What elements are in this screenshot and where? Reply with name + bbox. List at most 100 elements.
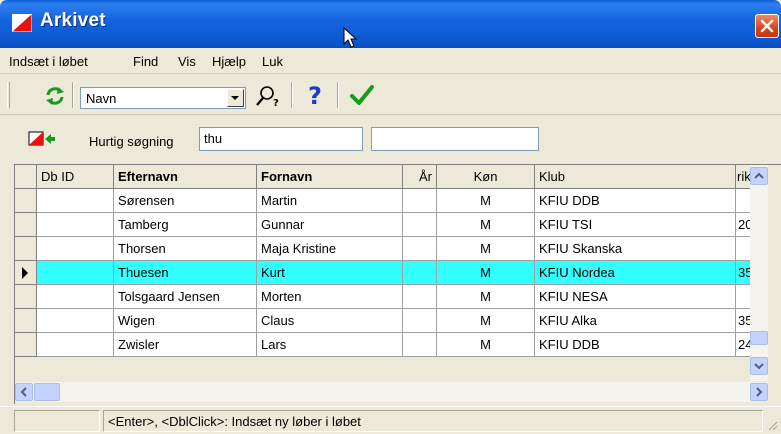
- status-hint: <Enter>, <DblClick>: Indsæt ny løber i l…: [103, 410, 763, 432]
- cell-aar[interactable]: [403, 309, 437, 333]
- cell-fornavn[interactable]: Martin: [257, 189, 403, 213]
- scroll-down-button[interactable]: [750, 357, 768, 375]
- cell-koen[interactable]: M: [437, 261, 535, 285]
- title-bar[interactable]: Arkivet: [0, 0, 781, 48]
- cell-efternavn[interactable]: Zwisler: [114, 333, 257, 357]
- sort-combo-value: Navn: [86, 91, 117, 106]
- quick-search-input[interactable]: thu: [199, 127, 363, 151]
- menu-find[interactable]: Find: [133, 54, 158, 69]
- column-header-efternavn[interactable]: Efternavn: [114, 165, 257, 189]
- table-row[interactable]: Sørensen Martin M KFIU DDB: [15, 189, 752, 213]
- scroll-right-button[interactable]: [750, 383, 768, 401]
- cell-koen[interactable]: M: [437, 309, 535, 333]
- chevron-down-icon: [754, 363, 764, 370]
- cell-klub[interactable]: KFIU DDB: [535, 189, 736, 213]
- cell-koen[interactable]: M: [437, 237, 535, 261]
- cell-aar[interactable]: [403, 261, 437, 285]
- cell-fornavn[interactable]: Morten: [257, 285, 403, 309]
- cell-aar[interactable]: [403, 285, 437, 309]
- cell-db-id[interactable]: [37, 333, 114, 357]
- cell-koen[interactable]: M: [437, 285, 535, 309]
- table-row[interactable]: Thorsen Maja Kristine M KFIU Skanska: [15, 237, 752, 261]
- cell-fornavn[interactable]: Gunnar: [257, 213, 403, 237]
- cell-fornavn[interactable]: Lars: [257, 333, 403, 357]
- table-row[interactable]: Tamberg Gunnar M KFIU TSI 20: [15, 213, 752, 237]
- refresh-icon[interactable]: [44, 85, 66, 110]
- cell-klub[interactable]: KFIU TSI: [535, 213, 736, 237]
- find-icon[interactable]: ?: [254, 84, 282, 111]
- sort-combo[interactable]: Navn: [80, 87, 246, 109]
- cell-db-id[interactable]: [37, 189, 114, 213]
- cell-koen[interactable]: M: [437, 189, 535, 213]
- cell-efternavn[interactable]: Wigen: [114, 309, 257, 333]
- cell-klub[interactable]: KFIU Alka: [535, 309, 736, 333]
- cell-efternavn[interactable]: Thuesen: [114, 261, 257, 285]
- column-header-klub[interactable]: Klub: [535, 165, 736, 189]
- row-indicator[interactable]: [15, 189, 37, 213]
- cell-aar[interactable]: [403, 333, 437, 357]
- cell-db-id[interactable]: [37, 285, 114, 309]
- cell-fornavn[interactable]: Claus: [257, 309, 403, 333]
- table-row-selected[interactable]: Thuesen Kurt M KFIU Nordea 35: [15, 261, 752, 285]
- menu-indsaet[interactable]: Indsæt i løbet: [9, 54, 88, 69]
- cell-fornavn[interactable]: Maja Kristine: [257, 237, 403, 261]
- toolbar-grip: [7, 82, 10, 108]
- row-indicator[interactable]: [15, 309, 37, 333]
- cell-efternavn[interactable]: Tolsgaard Jensen: [114, 285, 257, 309]
- grid-corner-header: [15, 165, 37, 189]
- cell-efternavn[interactable]: Thorsen: [114, 237, 257, 261]
- cell-klub[interactable]: KFIU NESA: [535, 285, 736, 309]
- scroll-left-button[interactable]: [15, 383, 33, 401]
- cell-efternavn[interactable]: Sørensen: [114, 189, 257, 213]
- cell-klub[interactable]: KFIU Skanska: [535, 237, 736, 261]
- checkmark-icon[interactable]: [350, 84, 374, 109]
- chevron-left-icon: [20, 387, 27, 397]
- horizontal-scroll-thumb[interactable]: [34, 383, 60, 401]
- cell-klub[interactable]: KFIU Nordea: [535, 261, 736, 285]
- column-header-aar[interactable]: År: [403, 165, 437, 189]
- cell-klub[interactable]: KFIU DDB: [535, 333, 736, 357]
- secondary-search-input[interactable]: [371, 127, 539, 151]
- cell-efternavn[interactable]: Tamberg: [114, 213, 257, 237]
- row-indicator[interactable]: [15, 333, 37, 357]
- row-indicator[interactable]: [15, 285, 37, 309]
- cell-aar[interactable]: [403, 189, 437, 213]
- cell-db-id[interactable]: [37, 237, 114, 261]
- cell-db-id[interactable]: [37, 261, 114, 285]
- row-indicator[interactable]: [15, 237, 37, 261]
- chevron-down-icon: [231, 96, 239, 100]
- quick-search-label: Hurtig søgning: [89, 134, 174, 149]
- table-row[interactable]: Wigen Claus M KFIU Alka 35: [15, 309, 752, 333]
- menu-luk[interactable]: Luk: [262, 54, 283, 69]
- status-panel-left: [14, 410, 100, 432]
- row-indicator[interactable]: [15, 213, 37, 237]
- close-icon: [760, 19, 774, 33]
- app-flag-icon: [11, 13, 33, 33]
- column-header-db-id[interactable]: Db ID: [37, 165, 114, 189]
- back-arrow-icon[interactable]: [28, 131, 56, 150]
- scroll-up-button[interactable]: [750, 167, 768, 185]
- table-row[interactable]: Zwisler Lars M KFIU DDB 24: [15, 333, 752, 357]
- window-title: Arkivet: [40, 10, 106, 31]
- menu-vis[interactable]: Vis: [178, 54, 196, 69]
- cell-aar[interactable]: [403, 213, 437, 237]
- menu-hjaelp[interactable]: Hjælp: [212, 54, 246, 69]
- resize-grip-icon[interactable]: [766, 419, 778, 431]
- cell-koen[interactable]: M: [437, 333, 535, 357]
- cell-db-id[interactable]: [37, 309, 114, 333]
- help-icon[interactable]: ?: [306, 82, 324, 111]
- cell-db-id[interactable]: [37, 213, 114, 237]
- close-button[interactable]: [755, 14, 779, 38]
- column-header-fornavn[interactable]: Fornavn: [257, 165, 403, 189]
- cell-koen[interactable]: M: [437, 213, 535, 237]
- row-indicator-current[interactable]: [15, 261, 37, 285]
- vertical-scroll-thumb[interactable]: [750, 331, 768, 345]
- cell-aar[interactable]: [403, 237, 437, 261]
- horizontal-scrollbar[interactable]: [15, 382, 768, 402]
- cell-fornavn[interactable]: Kurt: [257, 261, 403, 285]
- combo-dropdown-button[interactable]: [227, 89, 244, 107]
- vertical-scrollbar[interactable]: [750, 165, 768, 381]
- column-header-koen[interactable]: Køn: [437, 165, 535, 189]
- table-row[interactable]: Tolsgaard Jensen Morten M KFIU NESA: [15, 285, 752, 309]
- mouse-pointer-icon: [343, 27, 358, 48]
